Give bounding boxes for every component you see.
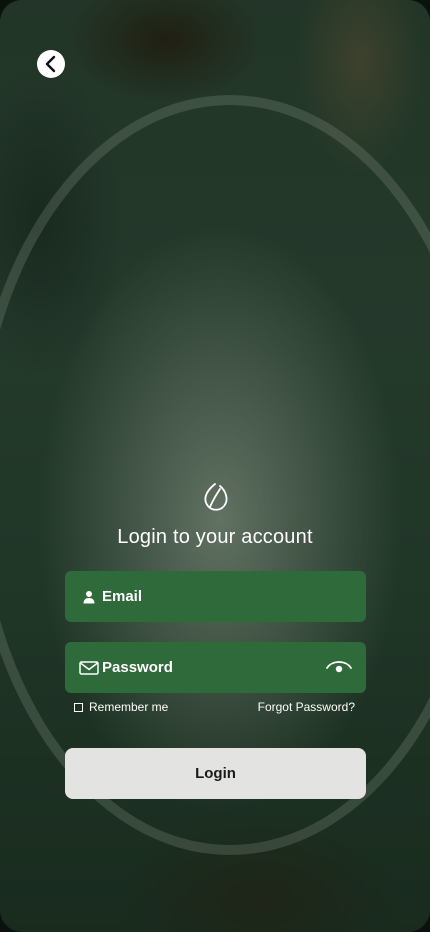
login-screen: Login to your account Email Password Rem… [0,0,430,932]
forgot-password-link[interactable]: Forgot Password? [258,700,355,714]
email-field[interactable]: Email [65,571,366,622]
page-title: Login to your account [117,526,313,548]
password-label: Password [102,659,173,676]
password-field[interactable]: Password [65,642,366,693]
chevron-left-icon [45,55,56,73]
user-icon [79,587,99,607]
remember-me-checkbox[interactable]: Remember me [74,700,168,714]
checkbox-box[interactable] [74,702,83,712]
remember-me-label: Remember me [89,700,169,714]
login-button[interactable]: Login [65,748,366,799]
back-button[interactable] [37,50,65,78]
envelope-icon [79,658,99,678]
leaf-icon [204,483,228,511]
email-label: Email [102,588,143,605]
eye-icon[interactable] [326,657,352,677]
